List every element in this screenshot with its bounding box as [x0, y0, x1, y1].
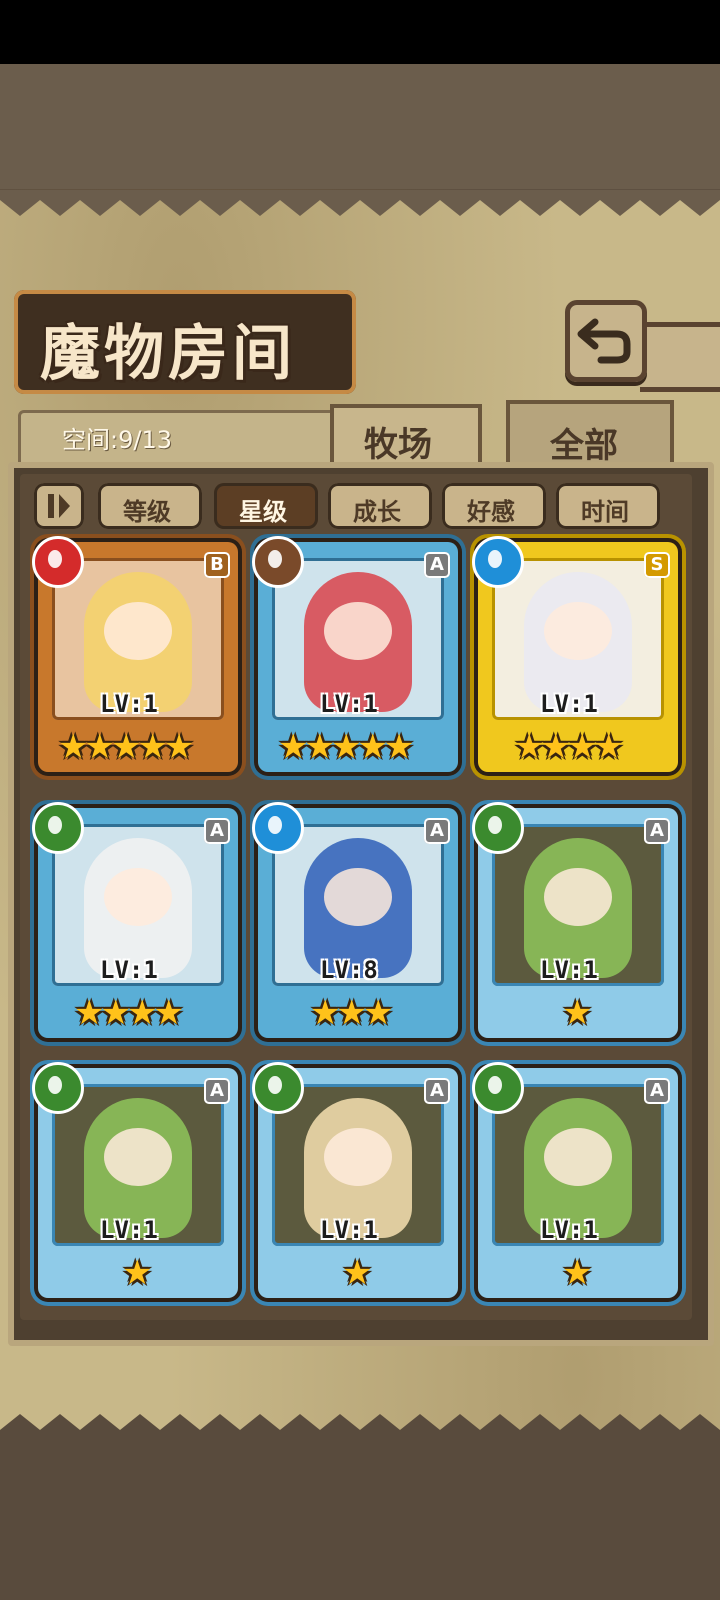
water-icon [252, 802, 304, 854]
monster-face [544, 1128, 612, 1186]
monster-card[interactable]: A LV:1 ★ [252, 1062, 458, 1298]
panel-bottom-zigzag [0, 1414, 720, 1440]
element-glyph [48, 816, 62, 834]
sort-option-2[interactable]: 星级 [214, 483, 318, 529]
game-screen: 魔物房间 空间:9/13 牧场 全部 等级 星级 成长 好感 时间 B LV:1 ★★★★★… [0, 0, 720, 1600]
monster-level: LV:1 [100, 956, 158, 984]
sort-option-label: 时间 [581, 498, 629, 526]
star-rating: ★★★ [310, 993, 393, 1033]
panel-top-zigzag [0, 190, 720, 216]
sort-order-toggle[interactable] [34, 483, 84, 529]
sort-option-label: 等级 [123, 498, 171, 526]
star-rating: ★ [342, 1253, 373, 1293]
sort-option-label: 好感 [467, 498, 515, 526]
monster-face [324, 602, 392, 660]
map-strip-top [0, 64, 720, 189]
star-rating: ★ [562, 993, 593, 1033]
sort-option-label: 成长 [353, 498, 401, 526]
leaf-icon [472, 802, 524, 854]
monster-face [324, 1128, 392, 1186]
element-glyph [488, 816, 502, 834]
back-button-rail [640, 322, 720, 392]
sort-option-5[interactable]: 时间 [556, 483, 660, 529]
monster-level: LV:1 [100, 690, 158, 718]
grade-badge: A [644, 1078, 670, 1104]
grade-badge: B [204, 552, 230, 578]
monster-card[interactable]: A LV:8 ★★★ [252, 802, 458, 1038]
grade-badge: S [644, 552, 670, 578]
tab-ranch-label: 牧场 [364, 425, 432, 465]
grade-badge: A [424, 818, 450, 844]
monster-card[interactable]: A LV:1 ★★★★★ [252, 536, 458, 772]
leaf-icon [472, 1062, 524, 1114]
grade-badge: A [644, 818, 670, 844]
element-glyph [488, 1076, 502, 1094]
water-icon [472, 536, 524, 588]
element-glyph [268, 1076, 282, 1094]
star-rating: ★★★★★ [278, 727, 414, 767]
sort-option-3[interactable]: 成长 [328, 483, 432, 529]
element-glyph [48, 1076, 62, 1094]
leaf-icon [252, 1062, 304, 1114]
grade-badge: A [424, 552, 450, 578]
sort-option-label: 星级 [239, 498, 287, 526]
grade-badge: A [204, 818, 230, 844]
star-rating: ★ [122, 1253, 153, 1293]
monster-card[interactable]: B LV:1 ★★★★★ [32, 536, 238, 772]
element-glyph [48, 550, 62, 568]
star-rating: ★★★★★ [58, 727, 194, 767]
monster-face [544, 602, 612, 660]
monster-face [544, 868, 612, 926]
sort-option-1[interactable]: 等级 [98, 483, 202, 529]
map-strip-bottom [0, 1440, 720, 1600]
back-button[interactable] [565, 300, 647, 382]
leaf-icon [32, 802, 84, 854]
grade-badge: A [204, 1078, 230, 1104]
monster-level: LV:8 [320, 956, 378, 984]
monster-level: LV:1 [320, 1216, 378, 1244]
monster-level: LV:1 [540, 690, 598, 718]
tab-all-label: 全部 [550, 426, 618, 466]
monster-level: LV:1 [540, 956, 598, 984]
monster-face [104, 1128, 172, 1186]
monster-face [104, 868, 172, 926]
element-glyph [268, 550, 282, 568]
monster-card[interactable]: A LV:1 ★ [472, 802, 678, 1038]
element-glyph [268, 816, 282, 834]
page-title: 魔物房间 [40, 319, 296, 389]
sort-option-4[interactable]: 好感 [442, 483, 546, 529]
grade-badge: A [424, 1078, 450, 1104]
monster-level: LV:1 [100, 1216, 158, 1244]
monster-level: LV:1 [540, 1216, 598, 1244]
earth-icon [252, 536, 304, 588]
monster-card[interactable]: A LV:1 ★ [472, 1062, 678, 1298]
space-counter: 空间:9/13 [62, 426, 172, 454]
leaf-icon [32, 1062, 84, 1114]
pause-order-icon [48, 494, 70, 518]
tab-all[interactable]: 全部 [506, 400, 674, 470]
monster-card[interactable]: S LV:1 ★★★★ [472, 536, 678, 772]
fire-icon [32, 536, 84, 588]
monster-card[interactable]: A LV:1 ★ [32, 1062, 238, 1298]
monster-level: LV:1 [320, 690, 378, 718]
star-rating: ★ [562, 1253, 593, 1293]
monster-face [324, 868, 392, 926]
status-bar [0, 0, 720, 64]
monster-face [104, 602, 172, 660]
return-arrow-icon [577, 318, 631, 364]
star-rating: ★★★★ [74, 993, 184, 1033]
monster-card[interactable]: A LV:1 ★★★★ [32, 802, 238, 1038]
star-rating: ★★★★ [514, 727, 624, 767]
element-glyph [488, 550, 502, 568]
